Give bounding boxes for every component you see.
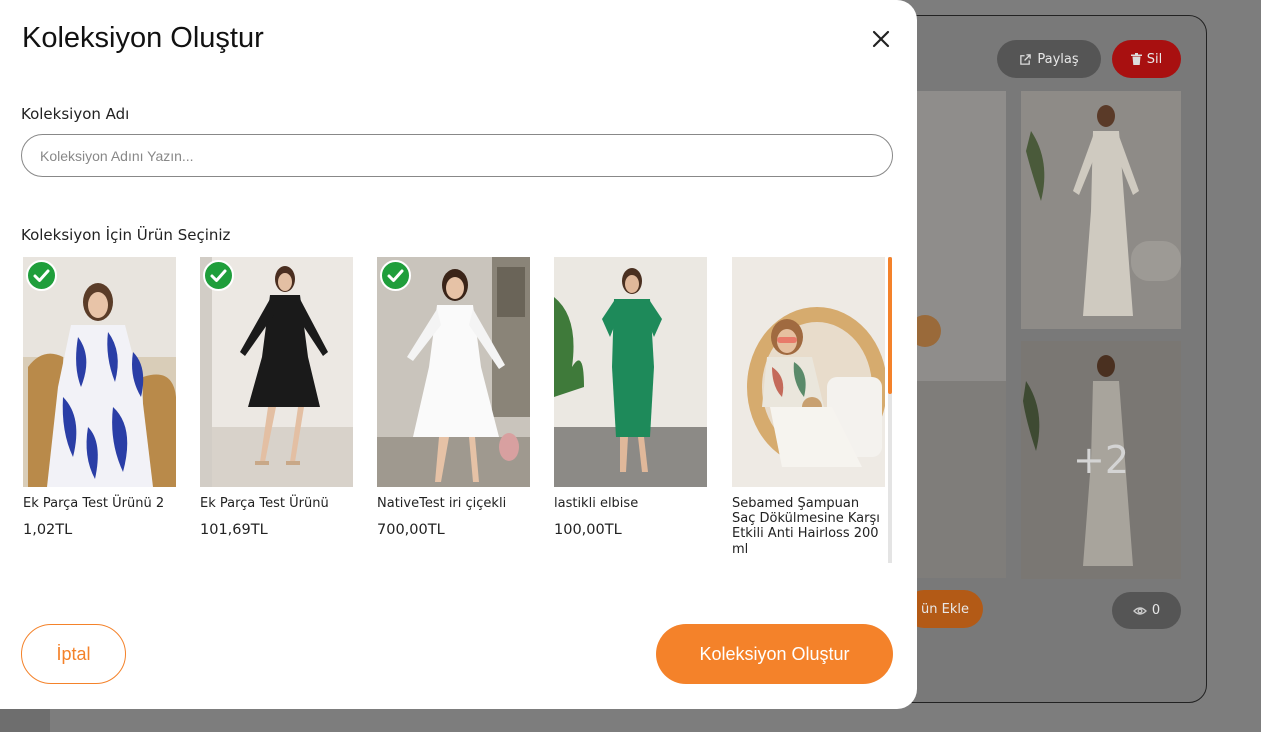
product-list: Ek Parça Test Ürünü 2 1,02TL Ek Parça Te…	[23, 257, 887, 563]
collection-main-photo	[905, 91, 1006, 578]
product-price: 101,69TL	[200, 522, 268, 539]
view-count-badge: 0	[1112, 592, 1181, 629]
product-price: 1,02TL	[23, 522, 73, 539]
product-card[interactable]: Ek Parça Test Ürünü 2 1,02TL	[23, 257, 176, 538]
cancel-button[interactable]: İptal	[21, 624, 126, 684]
product-price: 100,00TL	[554, 522, 622, 539]
product-image	[554, 257, 707, 487]
delete-button[interactable]: Sil	[1112, 40, 1181, 78]
more-photos-count: +2	[1072, 438, 1130, 482]
product-card[interactable]: Sebamed Şampuan Saç Dökülmesine Karşı Et…	[732, 257, 885, 563]
product-image	[377, 257, 530, 487]
product-select-label: Koleksiyon İçin Ürün Seçiniz	[21, 226, 231, 244]
product-name: lastikli elbise	[554, 496, 639, 511]
share-icon	[1020, 53, 1032, 65]
share-button[interactable]: Paylaş	[997, 40, 1101, 78]
add-product-label: ün Ekle	[921, 601, 969, 617]
close-button[interactable]	[866, 24, 896, 54]
product-name: Ek Parça Test Ürünü	[200, 496, 329, 511]
create-collection-modal: Koleksiyon Oluştur Koleksiyon Adı Koleks…	[0, 0, 917, 709]
selected-check-icon	[26, 260, 57, 291]
selected-check-icon	[203, 260, 234, 291]
product-image	[23, 257, 176, 487]
collection-name-label: Koleksiyon Adı	[21, 105, 130, 123]
collection-thumb-1	[1021, 91, 1181, 329]
scrollbar-thumb[interactable]	[888, 257, 892, 394]
product-image	[732, 257, 885, 487]
trash-icon	[1130, 53, 1142, 65]
product-name: NativeTest iri çiçekli	[377, 496, 507, 511]
close-icon	[872, 30, 890, 48]
product-card[interactable]: lastikli elbise 100,00TL	[554, 257, 707, 538]
product-name: Sebamed Şampuan Saç Dökülmesine Karşı Et…	[732, 496, 880, 557]
product-card[interactable]: Ek Parça Test Ürünü 101,69TL	[200, 257, 353, 538]
view-count: 0	[1151, 603, 1161, 618]
product-card[interactable]: NativeTest iri çiçekli 700,00TL	[377, 257, 530, 538]
selected-check-icon	[380, 260, 411, 291]
eye-icon	[1132, 606, 1147, 615]
delete-label: Sil	[1146, 51, 1163, 67]
share-label: Paylaş	[1037, 51, 1079, 67]
collection-name-input[interactable]	[21, 134, 893, 177]
product-price: 700,00TL	[377, 522, 445, 539]
product-image	[200, 257, 353, 487]
product-name: Ek Parça Test Ürünü 2	[23, 496, 165, 511]
create-collection-button[interactable]: Koleksiyon Oluştur	[656, 624, 893, 684]
modal-title: Koleksiyon Oluştur	[22, 22, 264, 54]
